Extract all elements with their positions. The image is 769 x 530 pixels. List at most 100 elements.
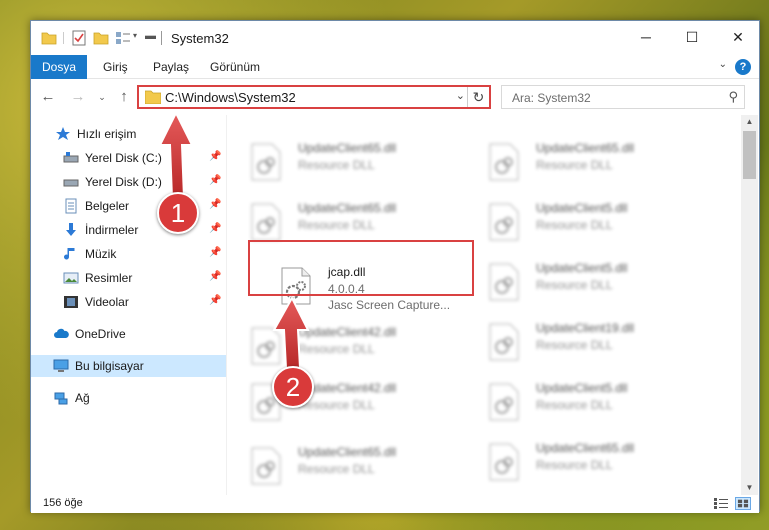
qa-dropdown-icon[interactable]: ▾	[133, 31, 137, 40]
computer-icon	[53, 359, 69, 372]
pin-icon[interactable]: 📌	[209, 247, 221, 258]
list-item[interactable]: UpdateClient19.dll Resource DLL	[474, 317, 704, 367]
address-dropdown-icon[interactable]: ⌄	[456, 89, 465, 102]
sidebar-item-onedrive[interactable]: OneDrive	[31, 323, 226, 345]
dll-file-icon	[489, 383, 519, 421]
file-description: Jasc Screen Capture...	[328, 298, 451, 312]
title-bar: ▾ ▬ System32 ─ ☐ ✕	[31, 21, 759, 55]
tiles-view-icon[interactable]	[735, 497, 751, 510]
file-description: Resource DLL	[298, 158, 375, 172]
forward-button[interactable]: →	[69, 88, 87, 106]
pin-icon[interactable]: 📌	[209, 295, 221, 306]
sidebar-item-network[interactable]: Ağ	[31, 387, 226, 409]
file-description: Resource DLL	[536, 278, 613, 292]
sidebar-item-label: İndirmeler	[85, 223, 139, 237]
address-bar[interactable]: C:\Windows\System32 ⌄ ↻	[137, 85, 491, 109]
list-item[interactable]: UpdateClient5.dll Resource DLL	[474, 257, 704, 307]
refresh-icon[interactable]: ↻	[467, 87, 489, 107]
properties-icon[interactable]	[71, 30, 87, 46]
file-description: Resource DLL	[536, 218, 613, 232]
sidebar-item-music[interactable]: Müzik 📌	[31, 243, 226, 265]
sidebar-item-videos[interactable]: Videolar 📌	[31, 291, 226, 313]
pin-icon[interactable]: 📌	[209, 271, 221, 282]
search-input[interactable]: Ara: System32 ⚲	[501, 85, 745, 109]
navigation-pane: Hızlı erişim Yerel Disk (C:) 📌 Yerel Dis…	[31, 115, 226, 495]
dll-file-icon	[251, 447, 281, 485]
sidebar-item-disk-d[interactable]: Yerel Disk (D:) 📌	[31, 171, 226, 193]
file-name: UpdateClient65.dll	[298, 141, 397, 155]
file-name: UpdateClient5.dll	[536, 261, 628, 275]
sidebar-item-label: Ağ	[75, 391, 90, 405]
ribbon-expand-icon[interactable]: ⌄	[719, 59, 727, 70]
file-description: Resource DLL	[298, 462, 375, 476]
tab-home[interactable]: Giriş	[91, 55, 140, 79]
sidebar-item-label: OneDrive	[75, 327, 126, 341]
maximize-icon: ☐	[685, 28, 699, 45]
customize-icon[interactable]	[115, 30, 131, 46]
minimize-button[interactable]: ─	[623, 21, 669, 53]
new-folder-icon[interactable]	[93, 30, 109, 46]
pictures-icon	[63, 272, 79, 284]
star-icon	[56, 127, 70, 140]
address-path[interactable]: C:\Windows\System32	[165, 90, 296, 105]
file-name: UpdateClient19.dll	[536, 321, 635, 335]
sidebar-item-label: Yerel Disk (D:)	[85, 175, 162, 189]
scroll-up-icon[interactable]: ▲	[741, 115, 758, 129]
sidebar-item-this-pc[interactable]: Bu bilgisayar	[31, 355, 226, 377]
help-icon[interactable]: ?	[735, 59, 751, 75]
sidebar-item-pictures[interactable]: Resimler 📌	[31, 267, 226, 289]
file-list: UpdateClient65.dll Resource DLL UpdateCl…	[236, 115, 741, 495]
sidebar-item-disk-c[interactable]: Yerel Disk (C:) 📌	[31, 147, 226, 169]
minimize-icon: ─	[641, 29, 651, 45]
pin-icon[interactable]: 📌	[209, 175, 221, 186]
sidebar-item-label: Müzik	[85, 247, 117, 261]
close-button[interactable]: ✕	[715, 21, 761, 53]
status-bar: 156 öğe	[31, 495, 759, 513]
scroll-thumb[interactable]	[743, 131, 756, 179]
list-item[interactable]: UpdateClient42.dll Resource DLL	[236, 377, 466, 427]
list-item[interactable]: UpdateClient5.dll Resource DLL	[474, 197, 704, 247]
scroll-down-icon[interactable]: ▼	[741, 481, 758, 495]
list-item[interactable]: UpdateClient5.dll Resource DLL	[474, 377, 704, 427]
sidebar-item-label: Belgeler	[85, 199, 130, 213]
ribbon-tabs: Dosya Giriş Paylaş Görünüm ⌄ ?	[31, 55, 759, 105]
search-icon[interactable]: ⚲	[728, 89, 738, 105]
list-item[interactable]: UpdateClient65.dll Resource DLL	[474, 437, 704, 487]
back-button[interactable]: ←	[39, 88, 57, 106]
list-item[interactable]: UpdateClient65.dll Resource DLL	[474, 137, 704, 187]
recent-locations-icon[interactable]: ⌄	[93, 88, 111, 106]
sidebar-item-label: Videolar	[85, 295, 129, 309]
step-badge-1: 1	[157, 192, 199, 234]
dll-file-icon	[489, 323, 519, 361]
details-view-icon[interactable]	[713, 497, 729, 510]
file-description: Resource DLL	[298, 342, 375, 356]
pane-divider[interactable]	[226, 115, 227, 495]
pin-icon[interactable]: 📌	[209, 223, 221, 234]
folder-icon[interactable]	[41, 30, 57, 46]
download-icon	[66, 223, 76, 236]
file-name: UpdateClient65.dll	[298, 201, 397, 215]
dll-file-icon	[489, 443, 519, 481]
video-icon	[64, 296, 78, 308]
file-name: UpdateClient5.dll	[536, 201, 628, 215]
cloud-icon	[54, 328, 69, 338]
qa-menu-icon[interactable]: ▬	[145, 30, 156, 42]
tab-view[interactable]: Görünüm	[198, 55, 272, 79]
pin-icon[interactable]: 📌	[209, 151, 221, 162]
dll-file-icon	[251, 327, 281, 365]
tab-share[interactable]: Paylaş	[141, 55, 201, 79]
sidebar-item-label: Resimler	[85, 271, 133, 285]
folder-icon	[145, 90, 161, 104]
pin-icon[interactable]: 📌	[209, 199, 221, 210]
vertical-scrollbar[interactable]: ▲ ▼	[741, 115, 758, 495]
list-item[interactable]: UpdateClient42.dll Resource DLL	[236, 321, 466, 371]
list-item[interactable]: UpdateClient65.dll Resource DLL	[236, 441, 466, 491]
maximize-button[interactable]: ☐	[669, 21, 715, 53]
sidebar-item-quick-access[interactable]: Hızlı erişim	[31, 123, 226, 145]
up-button[interactable]: ↑	[115, 88, 133, 106]
list-item[interactable]: UpdateClient65.dll Resource DLL	[236, 137, 466, 187]
item-count: 156 öğe	[43, 497, 83, 509]
sidebar-item-label: Yerel Disk (C:)	[85, 151, 162, 165]
network-icon	[54, 392, 68, 405]
file-description: Resource DLL	[298, 218, 375, 232]
